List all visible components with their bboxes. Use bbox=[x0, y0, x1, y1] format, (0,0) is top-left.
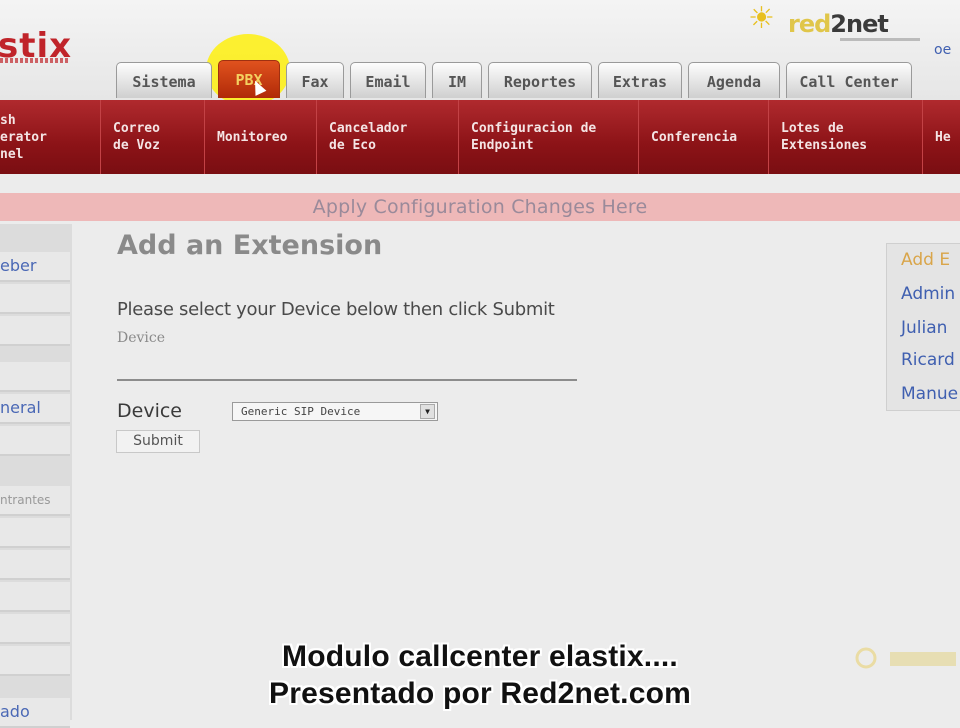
brand-tagline bbox=[840, 38, 920, 41]
submenu-cancelador-de-eco[interactable]: Cancelador de Eco bbox=[316, 100, 458, 174]
extension-list-item[interactable]: Julian bbox=[901, 318, 947, 338]
brand-name: red2net bbox=[788, 10, 889, 38]
submenu-correo-de-voz[interactable]: Correo de Voz bbox=[100, 100, 204, 174]
device-select-value: Generic SIP Device bbox=[241, 405, 361, 418]
tab-extras[interactable]: Extras bbox=[598, 62, 682, 98]
page-title: Add an Extension bbox=[117, 230, 383, 261]
device-label: Device bbox=[117, 400, 182, 422]
submenu-operator-panel[interactable]: sh erator nel bbox=[0, 100, 100, 174]
instruction-text: Please select your Device below then cli… bbox=[117, 299, 555, 320]
sidebar-item[interactable] bbox=[0, 284, 70, 314]
sidebar-item[interactable] bbox=[0, 316, 70, 346]
subtitle-line-2: Presentado por Red2net.com bbox=[269, 677, 691, 710]
section-label: Device bbox=[117, 330, 166, 346]
sidebar-item[interactable]: ntrantes bbox=[0, 486, 70, 516]
tab-call-center[interactable]: Call Center bbox=[786, 62, 912, 98]
subtitle-line-1: Modulo callcenter elastix.... bbox=[282, 640, 678, 673]
tab-agenda[interactable]: Agenda bbox=[688, 62, 780, 98]
submit-button[interactable]: Submit bbox=[116, 430, 200, 453]
extension-list-item[interactable]: Ricard bbox=[901, 350, 955, 370]
submenu-monitoreo[interactable]: Monitoreo bbox=[204, 100, 316, 174]
sidebar-item[interactable] bbox=[0, 550, 70, 580]
sidebar-item[interactable] bbox=[0, 518, 70, 548]
submenu-lotes-de-extensiones[interactable]: Lotes de Extensiones bbox=[768, 100, 922, 174]
tab-email[interactable]: Email bbox=[350, 62, 426, 98]
logo-tagline bbox=[0, 58, 70, 63]
pbx-submenu: sh erator nel Correo de Voz Monitoreo Ca… bbox=[0, 100, 960, 174]
tab-reportes[interactable]: Reportes bbox=[488, 62, 592, 98]
sun-icon: ☀ bbox=[748, 1, 775, 36]
tab-sistema[interactable]: Sistema bbox=[116, 62, 212, 98]
add-extension-link[interactable]: Add E bbox=[901, 250, 950, 270]
divider bbox=[117, 379, 577, 381]
sidebar-item[interactable]: neral bbox=[0, 394, 70, 424]
tab-pbx[interactable]: PBX bbox=[218, 60, 280, 98]
red2net-logo: ☀ red2net bbox=[748, 4, 928, 48]
tab-im[interactable]: IM bbox=[432, 62, 482, 98]
device-select[interactable]: Generic SIP Device ▼ bbox=[232, 402, 438, 421]
sidebar-item[interactable] bbox=[0, 362, 70, 392]
sidebar-item[interactable] bbox=[0, 426, 70, 456]
extension-list-panel: Add E Admin Julian Ricard Manue bbox=[886, 243, 960, 411]
sidebar-item[interactable] bbox=[0, 582, 70, 612]
submenu-help[interactable]: He bbox=[922, 100, 960, 174]
extension-list-item[interactable]: Manue bbox=[901, 384, 958, 404]
submenu-configuracion-endpoint[interactable]: Configuracion de Endpoint bbox=[458, 100, 638, 174]
submenu-conferencia[interactable]: Conferencia bbox=[638, 100, 768, 174]
tab-fax[interactable]: Fax bbox=[286, 62, 344, 98]
top-right-link[interactable]: oe bbox=[934, 42, 951, 58]
apply-config-link[interactable]: Apply Configuration Changes Here bbox=[0, 193, 960, 221]
top-header: stix ☀ red2net oe Sistema PBX Fax Email … bbox=[0, 0, 960, 106]
sidebar-item[interactable]: eber bbox=[0, 252, 70, 282]
extension-list-item[interactable]: Admin bbox=[901, 284, 955, 304]
chevron-down-icon[interactable]: ▼ bbox=[420, 404, 435, 419]
